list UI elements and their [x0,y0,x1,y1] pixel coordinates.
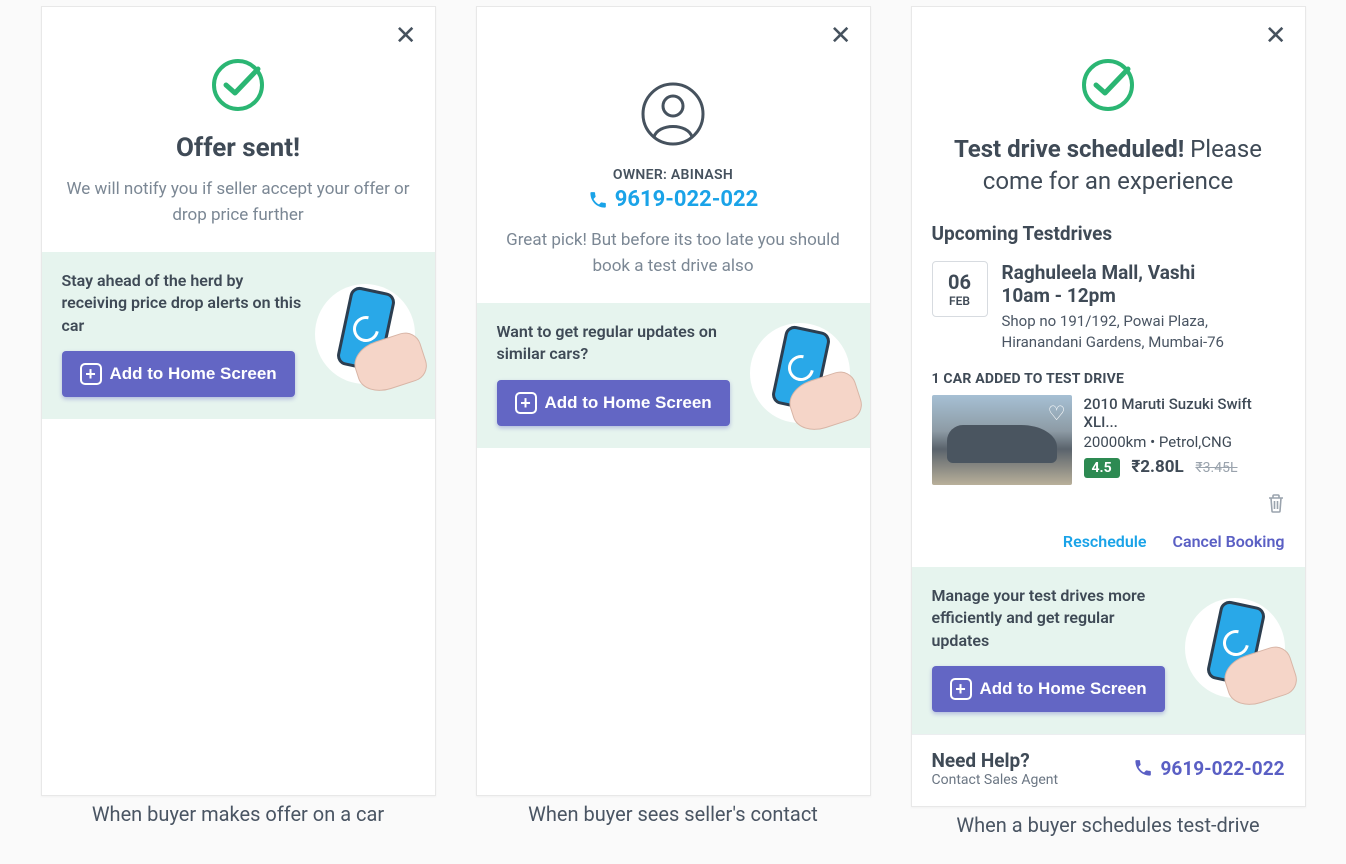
help-title: Need Help? [932,749,1059,772]
phone-hand-icon [1185,598,1285,698]
promo-text: Want to get regular updates on similar c… [497,321,740,366]
appointment-address: Shop no 191/192, Powai Plaza, Hiranandan… [1002,311,1285,353]
seller-contact-card: ✕ OWNER: ABINASH 9619-022-022 Great pick… [476,6,871,796]
close-icon[interactable]: ✕ [395,23,417,49]
help-phone-link[interactable]: 9619-022-022 [1133,757,1285,780]
upcoming-section-title: Upcoming Testdrives [912,222,1305,255]
car-meta: 20000km • Petrol,CNG [1084,433,1285,451]
car-title: 2010 Maruti Suzuki Swift XLI... [1084,395,1285,431]
plus-box-icon: + [80,363,102,385]
help-phone: 9619-022-022 [1161,757,1285,780]
owner-phone-link[interactable]: 9619-022-022 [588,187,759,212]
owner-phone: 9619-022-022 [615,187,759,212]
offer-sent-card: ✕ Offer sent! We will notify you if sell… [41,6,436,796]
car-old-price: ₹3.45L [1195,460,1237,476]
trash-icon[interactable] [1267,494,1285,518]
caption: When buyer sees seller's contact [528,802,818,826]
offer-title: Offer sent! [66,133,411,163]
plus-box-icon: + [515,392,537,414]
phone-hand-icon [315,284,415,384]
promo-banner: Want to get regular updates on similar c… [477,303,870,448]
promo-text: Manage your test drives more efficiently… [932,585,1175,652]
cta-label: Add to Home Screen [980,679,1147,699]
testdrive-title: Test drive scheduled! Please come for an… [936,133,1281,198]
help-subtitle: Contact Sales Agent [932,772,1059,788]
caption: When a buyer schedules test-drive [956,813,1259,837]
car-row: ♡ 2010 Maruti Suzuki Swift XLI... 20000k… [912,395,1305,493]
promo-text: Stay ahead of the herd by receiving pric… [62,270,305,337]
plus-box-icon: + [950,678,972,700]
add-to-home-button[interactable]: + Add to Home Screen [62,351,295,397]
appointment-location: Raghuleela Mall, Vashi [1002,261,1285,284]
contact-subtitle: Great pick! But before its too late you … [501,228,846,279]
testdrive-scheduled-card: ✕ Test drive scheduled! Please come for … [911,6,1306,807]
promo-banner: Manage your test drives more efficiently… [912,567,1305,734]
close-icon[interactable]: ✕ [830,23,852,49]
car-thumbnail: ♡ [932,395,1072,485]
cta-label: Add to Home Screen [545,393,712,413]
add-to-home-button[interactable]: + Add to Home Screen [497,380,730,426]
check-circle-icon [208,55,268,119]
owner-label: OWNER: ABINASH [501,167,846,183]
reschedule-link[interactable]: Reschedule [1063,532,1147,551]
car-price: ₹2.80L [1131,457,1183,477]
close-icon[interactable]: ✕ [1265,23,1287,49]
appointment-row: 06 FEB Raghuleela Mall, Vashi 10am - 12p… [912,255,1305,367]
phone-icon [588,190,608,210]
rating-badge: 4.5 [1084,458,1120,478]
phone-icon [1133,758,1153,778]
date-badge: 06 FEB [932,261,988,317]
cancel-booking-link[interactable]: Cancel Booking [1173,532,1285,551]
user-circle-icon [638,79,708,153]
promo-banner: Stay ahead of the herd by receiving pric… [42,252,435,419]
cta-label: Add to Home Screen [110,364,277,384]
caption: When buyer makes offer on a car [92,802,384,826]
add-to-home-button[interactable]: + Add to Home Screen [932,666,1165,712]
appointment-time: 10am - 12pm [1002,284,1285,307]
offer-subtitle: We will notify you if seller accept your… [66,177,411,228]
check-circle-icon [1078,55,1138,119]
cars-added-count: 1 CAR ADDED TO TEST DRIVE [912,367,1305,395]
phone-hand-icon [750,323,850,423]
heart-icon[interactable]: ♡ [1048,401,1066,425]
help-bar: Need Help? Contact Sales Agent 9619-022-… [912,734,1305,806]
